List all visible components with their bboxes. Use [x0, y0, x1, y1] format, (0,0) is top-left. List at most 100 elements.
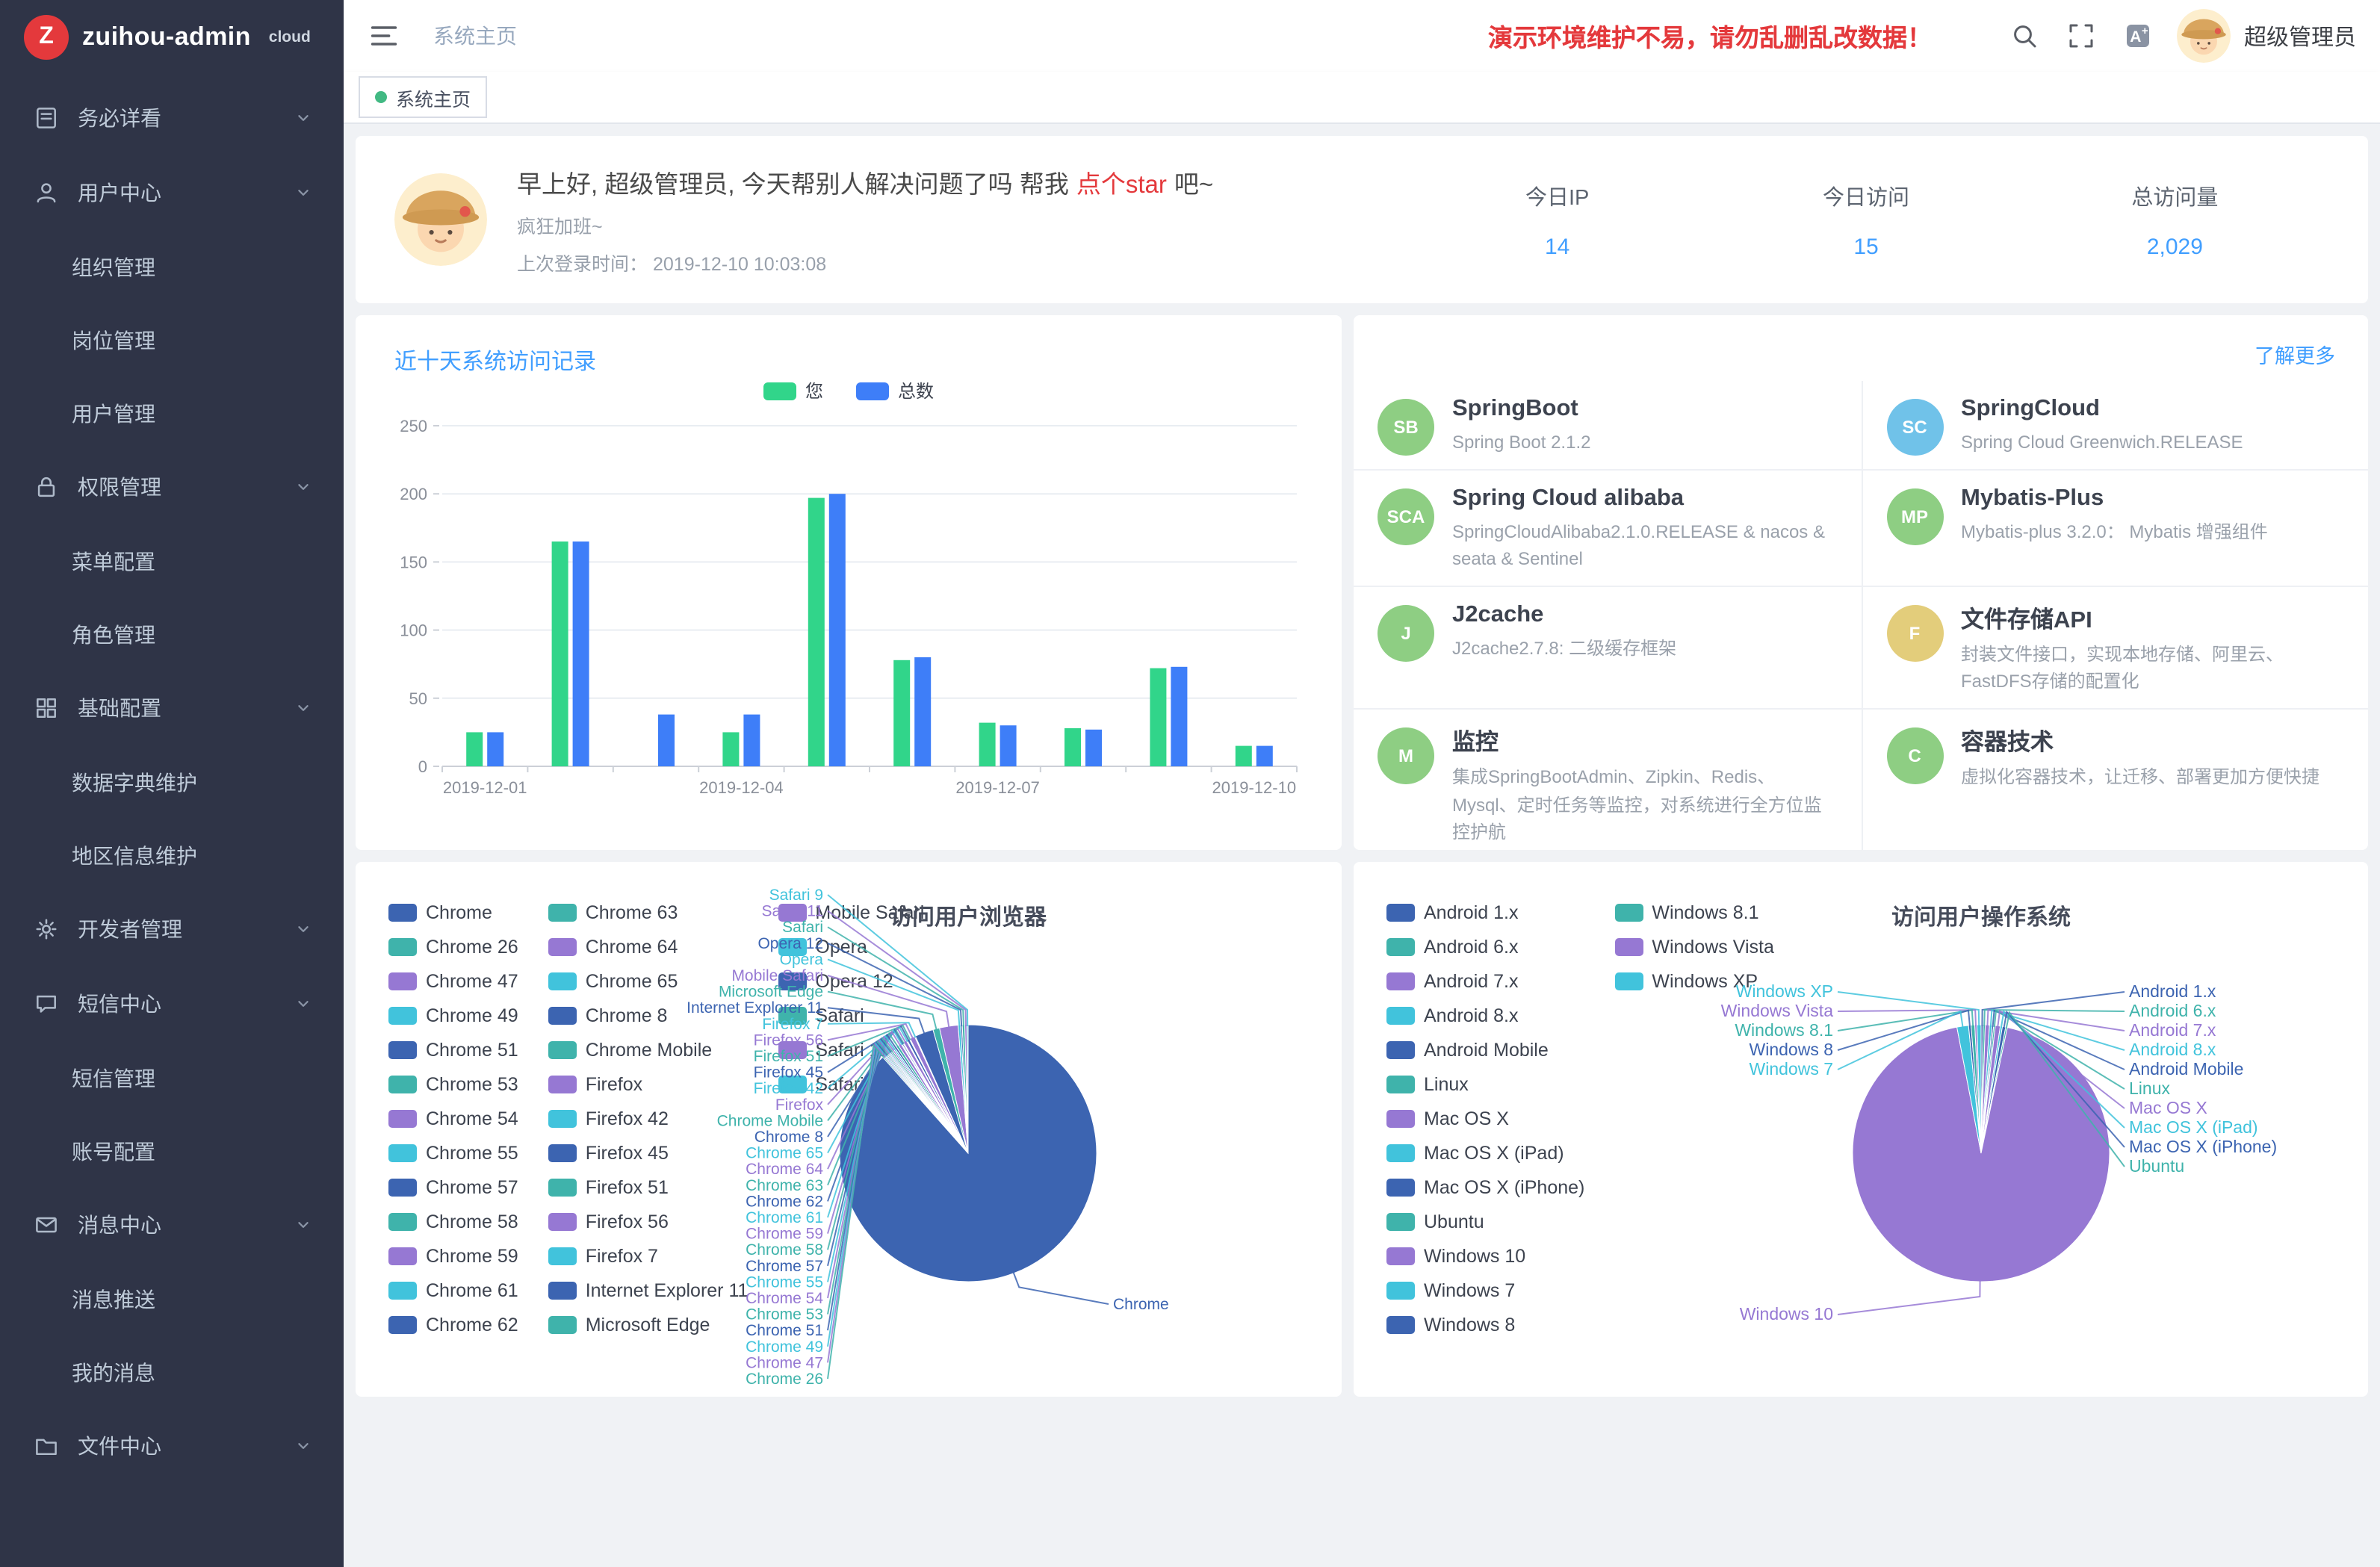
tech-title: Mybatis-Plus [1961, 485, 2268, 512]
svg-text:Linux: Linux [2129, 1079, 2170, 1098]
sidebar-item-0[interactable]: 务必详看 [0, 81, 344, 155]
svg-text:Mobile Safari: Mobile Safari [731, 967, 823, 984]
tech-title: 容器技术 [1961, 724, 2319, 757]
stat-label: 今日IP [1525, 180, 1589, 211]
sidebar-subitem[interactable]: 用户管理 [0, 376, 344, 450]
star-link[interactable]: 点个star [1076, 171, 1167, 198]
demo-notice: 演示环境维护不易，请勿乱删乱改数据！ [1488, 18, 1932, 54]
tech-desc: Mybatis-plus 3.2.0： Mybatis 增强组件 [1961, 518, 2268, 545]
tech-title: Spring Cloud alibaba [1452, 485, 1834, 512]
svg-text:Chrome 62: Chrome 62 [746, 1193, 823, 1210]
tags-view-bar: 系统主页 [344, 72, 2380, 124]
book-icon [33, 105, 60, 131]
svg-text:Firefox 51: Firefox 51 [754, 1048, 823, 1065]
svg-text:Chrome 58: Chrome 58 [746, 1241, 823, 1259]
sidebar-subitem[interactable]: 短信管理 [0, 1041, 344, 1114]
greeting-texts: 早上好, 超级管理员, 今天帮别人解决问题了吗 帮我点个star吧~ 疯狂加班~… [517, 164, 1403, 276]
svg-text:Android Mobile: Android Mobile [2129, 1059, 2243, 1079]
svg-text:Chrome 54: Chrome 54 [746, 1290, 823, 1307]
chevron-down-icon [293, 182, 314, 203]
learn-more-link[interactable]: 了解更多 [2255, 339, 2335, 369]
last-login: 上次登录时间： 2019-12-10 10:03:08 [517, 247, 1403, 276]
greeting-subtitle: 疯狂加班~ [517, 210, 1403, 238]
tech-desc: SpringCloudAlibaba2.1.0.RELEASE & nacos … [1452, 518, 1834, 573]
logo-icon: Z [24, 15, 69, 60]
tech-stack-card: 了解更多 SBSpringBootSpring Boot 2.1.2SCSpri… [1354, 315, 2368, 850]
tech-badge-icon: J [1378, 605, 1434, 662]
app-logo[interactable]: Z zuihou-admin cloud [0, 0, 344, 75]
envelope-icon [33, 1211, 60, 1238]
svg-text:Windows 8: Windows 8 [1750, 1040, 1833, 1059]
breadcrumb[interactable]: 系统主页 [433, 21, 517, 51]
legend-swatch [856, 382, 889, 400]
os-chart-card: Android 1.xAndroid 6.xAndroid 7.xAndroid… [1354, 862, 2368, 1397]
user-name[interactable]: 超级管理员 [2244, 20, 2356, 52]
svg-text:Safari: Safari [782, 919, 823, 936]
chevron-down-icon [293, 1436, 314, 1456]
svg-text:Chrome 51: Chrome 51 [746, 1322, 823, 1339]
sidebar-item-3[interactable]: 基础配置 [0, 671, 344, 745]
tech-item-容器技术: C容器技术虚拟化容器技术，让迁移、部署更加方便快捷 [1861, 708, 2368, 850]
avatar[interactable] [2177, 9, 2231, 63]
tech-item-J2cache: JJ2cacheJ2cache2.7.8: 二级缓存框架 [1354, 586, 1861, 708]
sidebar-item-label: 开发者管理 [78, 914, 293, 944]
sidebar-subitem[interactable]: 组织管理 [0, 230, 344, 303]
sidebar-item-1[interactable]: 用户中心 [0, 155, 344, 230]
sidebar: Z zuihou-admin cloud 务必详看用户中心组织管理岗位管理用户管… [0, 0, 344, 1567]
search-icon[interactable] [2009, 21, 2039, 51]
stat-今日IP: 今日IP14 [1403, 180, 1711, 259]
svg-text:Chrome 59: Chrome 59 [746, 1226, 823, 1243]
svg-text:2019-12-10: 2019-12-10 [1212, 778, 1297, 797]
sidebar-subitem[interactable]: 数据字典维护 [0, 745, 344, 819]
sidebar-subitem[interactable]: 地区信息维护 [0, 819, 344, 892]
tech-title: SpringCloud [1961, 396, 2243, 423]
tech-badge-icon: SB [1378, 399, 1434, 456]
user-icon [33, 179, 60, 206]
folder-icon [33, 1433, 60, 1459]
svg-text:250: 250 [400, 417, 427, 435]
chevron-down-icon [293, 993, 314, 1014]
svg-text:Windows Vista: Windows Vista [1721, 1001, 1834, 1020]
sidebar-subitem[interactable]: 账号配置 [0, 1114, 344, 1188]
svg-text:2019-12-01: 2019-12-01 [443, 778, 527, 797]
svg-text:150: 150 [400, 553, 427, 571]
svg-text:Chrome 57: Chrome 57 [746, 1258, 823, 1275]
stat-label: 今日访问 [1823, 180, 1909, 211]
row-charts-bottom: ChromeChrome 26Chrome 47Chrome 49Chrome … [356, 862, 2368, 1397]
svg-text:Chrome 47: Chrome 47 [746, 1354, 823, 1371]
sidebar-item-4[interactable]: 开发者管理 [0, 892, 344, 966]
svg-text:Android 7.x: Android 7.x [2129, 1020, 2216, 1040]
page-content: 早上好, 超级管理员, 今天帮别人解决问题了吗 帮我点个star吧~ 疯狂加班~… [344, 124, 2380, 1567]
lock-icon [33, 474, 60, 500]
tech-badge-icon: SCA [1378, 488, 1434, 544]
svg-text:Chrome 49: Chrome 49 [746, 1338, 823, 1356]
sidebar-item-7[interactable]: 文件中心 [0, 1409, 344, 1483]
svg-text:50: 50 [409, 689, 427, 708]
sidebar-item-label: 权限管理 [78, 472, 293, 502]
sidebar-subitem[interactable]: 角色管理 [0, 598, 344, 671]
sidebar-toggle-icon[interactable] [368, 19, 400, 52]
tech-item-文件存储API: F文件存储API封装文件接口，实现本地存储、阿里云、FastDFS存储的配置化 [1861, 586, 2368, 708]
sidebar-subitem[interactable]: 菜单配置 [0, 524, 344, 598]
font-size-icon[interactable]: A+ [2123, 21, 2153, 51]
svg-text:Mac OS X (iPad): Mac OS X (iPad) [2129, 1117, 2258, 1137]
fullscreen-icon[interactable] [2066, 21, 2096, 51]
tech-title: J2cache [1452, 602, 1676, 629]
svg-text:Firefox 45: Firefox 45 [754, 1064, 823, 1082]
sidebar-item-2[interactable]: 权限管理 [0, 450, 344, 524]
tech-item-Spring Cloud alibaba: SCA Spring Cloud alibaba SpringCloudAlibab… [1354, 468, 1861, 585]
sidebar-subitem[interactable]: 消息推送 [0, 1262, 344, 1335]
browser-pie-chart: 访问用户浏览器Safari 9Safari 11SafariOpera 12Op… [356, 862, 1342, 1397]
svg-text:Chrome 55: Chrome 55 [746, 1273, 823, 1291]
sidebar-item-5[interactable]: 短信中心 [0, 966, 344, 1041]
main-area: 系统主页 演示环境维护不易，请勿乱删乱改数据！ A+ 超级管理员 系统主页 早上… [344, 0, 2380, 1567]
sidebar-subitem[interactable]: 我的消息 [0, 1335, 344, 1409]
sidebar-subitem[interactable]: 岗位管理 [0, 303, 344, 376]
tech-title: 监控 [1452, 724, 1834, 757]
tab-home[interactable]: 系统主页 [359, 76, 487, 118]
svg-text:Firefox 42: Firefox 42 [754, 1080, 823, 1097]
svg-text:Android 8.x: Android 8.x [2129, 1040, 2216, 1059]
sidebar-item-6[interactable]: 消息中心 [0, 1188, 344, 1262]
visit-chart-title: 近十天系统访问记录 [394, 345, 596, 376]
svg-text:Ubuntu: Ubuntu [2129, 1156, 2184, 1176]
